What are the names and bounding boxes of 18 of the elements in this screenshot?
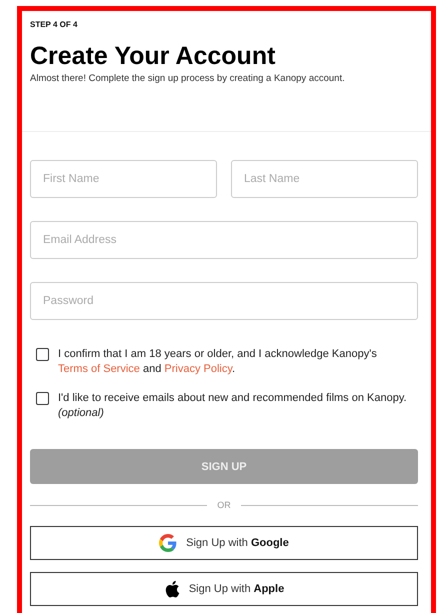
google-icon [159, 534, 178, 552]
input-field[interactable]: Last Name [231, 160, 418, 198]
google-sign-up-button[interactable]: Sign Up with Google [30, 526, 418, 560]
input-field[interactable]: First Name [30, 160, 217, 198]
apple-icon [164, 580, 180, 598]
link[interactable]: Terms of Service [58, 363, 140, 375]
link[interactable]: Privacy Policy [164, 363, 232, 375]
checkbox[interactable] [36, 348, 49, 361]
subtitle-text: Almost there! Complete the sign up process by creating a Kanopy account. [30, 73, 346, 84]
divider-label: OR [217, 500, 231, 510]
checkbox[interactable] [36, 392, 49, 405]
page-title: Create Your Account [30, 41, 276, 71]
step-label: STEP 4 OF 4 [30, 20, 78, 29]
input-field[interactable]: Password [30, 282, 418, 320]
checkbox-label: I confirm that I am 18 years or older, and I acknowledge Kanopy's Terms of Service and Privacy Policy. [58, 347, 378, 377]
checkbox-label: I'd like to receive emails about new and recommended films on Kanopy. (optional) [58, 391, 408, 421]
input-field[interactable]: Email Address [30, 221, 418, 259]
apple-sign-up-button[interactable]: Sign Up with Apple [30, 572, 418, 606]
